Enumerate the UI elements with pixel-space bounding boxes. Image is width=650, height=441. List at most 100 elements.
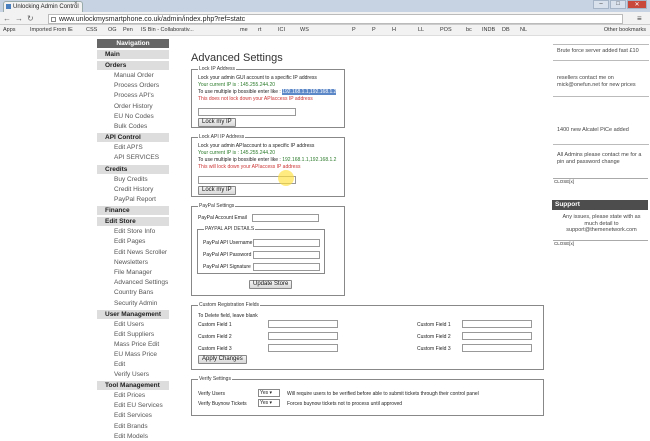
bookmark-item[interactable]: IS Bin - Collaborativ... bbox=[141, 27, 194, 33]
bookmark-item[interactable]: rt bbox=[258, 27, 261, 33]
paypal-email-input[interactable] bbox=[252, 214, 319, 222]
sidebar-item-eu-no-codes[interactable]: EU No Codes bbox=[97, 111, 169, 121]
sidebar-item-country-bans[interactable]: Country Bans bbox=[97, 287, 169, 297]
browser-tab[interactable]: Unlocking Admin Control bbox=[3, 1, 83, 12]
sidebar-item-edit-services[interactable]: Edit Services bbox=[97, 410, 169, 420]
sidebar-item-paypal-report[interactable]: PayPal Report bbox=[97, 194, 169, 204]
paypal-email-label: PayPal Account Email bbox=[198, 215, 247, 221]
news-item: 1400 new Alcatel PiCe added bbox=[557, 127, 629, 133]
custom-legend: Custom Registration Fields bbox=[199, 302, 260, 308]
sidebar-section-api-control[interactable]: API Control bbox=[97, 133, 169, 143]
sidebar-item-credit-history[interactable]: Credit History bbox=[97, 184, 169, 194]
custom-field-3-label-right: Custom Field 3 bbox=[417, 346, 451, 352]
bookmark-item[interactable]: DB bbox=[502, 27, 510, 33]
lock-ip-input[interactable] bbox=[198, 108, 296, 116]
custom-field-1-input[interactable] bbox=[268, 320, 338, 328]
bookmark-item[interactable]: P bbox=[372, 27, 376, 33]
verify-users-select[interactable]: Yes ▾ bbox=[258, 389, 280, 397]
custom-field-3-input[interactable] bbox=[268, 344, 338, 352]
verify-buynow-label: Verify Buynow Tickets bbox=[198, 401, 247, 407]
bookmark-item[interactable]: Imported From IE bbox=[30, 27, 73, 33]
sidebar-item-advanced-settings[interactable]: Advanced Settings bbox=[97, 277, 169, 287]
sidebar-item-edit-users[interactable]: Edit Users bbox=[97, 319, 169, 329]
sidebar-item-file-manager[interactable]: File Manager bbox=[97, 267, 169, 277]
sidebar-item-newsletters[interactable]: Newsletters bbox=[97, 257, 169, 267]
other-bookmarks[interactable]: Other bookmarks bbox=[604, 27, 646, 33]
back-icon[interactable]: ← bbox=[3, 14, 11, 23]
update-store-button[interactable]: Update Store bbox=[249, 280, 293, 289]
sidebar: Navigation Main Orders Manual Order Proc… bbox=[97, 37, 169, 440]
sidebar-section-finance[interactable]: Finance bbox=[97, 206, 169, 216]
sidebar-item-edit-store-info[interactable]: Edit Store Info bbox=[97, 226, 169, 236]
sidebar-item-verify-users[interactable]: Verify Users bbox=[97, 369, 169, 379]
paypal-username-input[interactable] bbox=[253, 239, 320, 247]
menu-icon[interactable]: ≡ bbox=[637, 14, 642, 23]
mouse-cursor-highlight bbox=[278, 170, 294, 186]
lock-api-button[interactable]: Lock my IP bbox=[198, 186, 236, 195]
custom-field-3-input-right[interactable] bbox=[462, 344, 532, 352]
sidebar-item-process-apis[interactable]: Process API's bbox=[97, 90, 169, 100]
sidebar-item-edit-news-scroller[interactable]: Edit News Scroller bbox=[97, 247, 169, 257]
sidebar-item-api-services[interactable]: API SERVICES bbox=[97, 152, 169, 162]
sidebar-item-eu-mass-price-edit[interactable]: EU Mass Price Edit bbox=[97, 349, 169, 368]
bookmark-item[interactable]: H bbox=[392, 27, 396, 33]
bookmark-item[interactable]: POS bbox=[440, 27, 452, 33]
bookmark-item[interactable]: OG bbox=[108, 27, 117, 33]
support-close-button[interactable]: CLOSE[x] bbox=[553, 240, 648, 247]
sidebar-section-orders[interactable]: Orders bbox=[97, 61, 169, 70]
bookmark-item[interactable]: LL bbox=[418, 27, 424, 33]
bookmark-item[interactable]: Apps bbox=[3, 27, 16, 33]
bookmark-item[interactable]: CSS bbox=[86, 27, 97, 33]
sidebar-section-main[interactable]: Main bbox=[97, 50, 169, 59]
forward-icon[interactable]: → bbox=[15, 14, 23, 23]
custom-field-2-input[interactable] bbox=[268, 332, 338, 340]
bookmark-item[interactable]: me bbox=[240, 27, 248, 33]
bookmark-item[interactable]: ICI bbox=[278, 27, 285, 33]
verify-buynow-note: Forces buynow tickets not to process unt… bbox=[287, 401, 403, 407]
sidebar-item-edit-models[interactable]: Edit Models bbox=[97, 431, 169, 441]
sidebar-section-credits[interactable]: Credits bbox=[97, 164, 169, 174]
bookmark-item[interactable]: P bbox=[352, 27, 356, 33]
url-bar[interactable]: www.unlockmysmartphone.co.uk/admin/index… bbox=[48, 14, 623, 24]
bookmark-item[interactable]: Pen bbox=[123, 27, 133, 33]
bookmark-item[interactable]: NL bbox=[520, 27, 527, 33]
page-icon bbox=[51, 17, 56, 22]
sidebar-section-user-management[interactable]: User Management bbox=[97, 309, 169, 319]
custom-field-2-label: Custom Field 2 bbox=[198, 334, 232, 340]
sidebar-item-edit-eu-services[interactable]: Edit EU Services bbox=[97, 400, 169, 410]
paypal-api-legend: PAYPAL API DETAILS bbox=[205, 226, 255, 232]
custom-field-2-input-right[interactable] bbox=[462, 332, 532, 340]
reload-icon[interactable]: ↻ bbox=[27, 14, 34, 23]
sidebar-item-bulk-codes[interactable]: Bulk Codes bbox=[97, 121, 169, 131]
maximize-button[interactable]: □ bbox=[610, 0, 626, 9]
bookmark-item[interactable]: bc bbox=[466, 27, 472, 33]
sidebar-item-manual-order[interactable]: Manual Order bbox=[97, 70, 169, 80]
lock-api-warning: This will lock down your APIaccess IP ad… bbox=[198, 164, 301, 170]
verify-users-note: Will require users to be verified before… bbox=[287, 391, 479, 397]
close-window-button[interactable]: ✕ bbox=[627, 0, 647, 9]
sidebar-item-buy-credits[interactable]: Buy Credits bbox=[97, 174, 169, 184]
apply-changes-button[interactable]: Apply Changes bbox=[198, 355, 247, 364]
sidebar-item-edit-pages[interactable]: Edit Pages bbox=[97, 236, 169, 246]
sidebar-item-edit-brands[interactable]: Edit Brands bbox=[97, 421, 169, 431]
news-close-button[interactable]: CLOSE[x] bbox=[553, 178, 648, 185]
nav-buttons: ← → ↻ bbox=[3, 14, 34, 23]
paypal-signature-input[interactable] bbox=[253, 263, 320, 271]
sidebar-section-edit-store[interactable]: Edit Store bbox=[97, 217, 169, 227]
sidebar-item-edit-apis[interactable]: Edit API'S bbox=[97, 142, 169, 152]
sidebar-item-process-orders[interactable]: Process Orders bbox=[97, 80, 169, 90]
lock-ip-button[interactable]: Lock my IP bbox=[198, 118, 236, 127]
sidebar-section-tool-management[interactable]: Tool Management bbox=[97, 381, 169, 391]
verify-buynow-select[interactable]: Yes ▾ bbox=[258, 399, 280, 407]
sidebar-item-order-history[interactable]: Order History bbox=[97, 101, 169, 111]
paypal-password-input[interactable] bbox=[253, 251, 320, 259]
sidebar-item-edit-suppliers[interactable]: Edit Suppliers bbox=[97, 329, 169, 339]
sidebar-item-security-admin[interactable]: Security Admin bbox=[97, 298, 169, 308]
sidebar-item-mass-price-edit[interactable]: Mass Price Edit bbox=[97, 339, 169, 349]
bookmark-item[interactable]: WS bbox=[300, 27, 309, 33]
minimize-button[interactable]: – bbox=[593, 0, 609, 9]
sidebar-item-edit-prices[interactable]: Edit Prices bbox=[97, 390, 169, 400]
close-tab-icon[interactable]: × bbox=[74, 1, 78, 7]
bookmark-item[interactable]: INDB bbox=[482, 27, 495, 33]
custom-field-1-input-right[interactable] bbox=[462, 320, 532, 328]
